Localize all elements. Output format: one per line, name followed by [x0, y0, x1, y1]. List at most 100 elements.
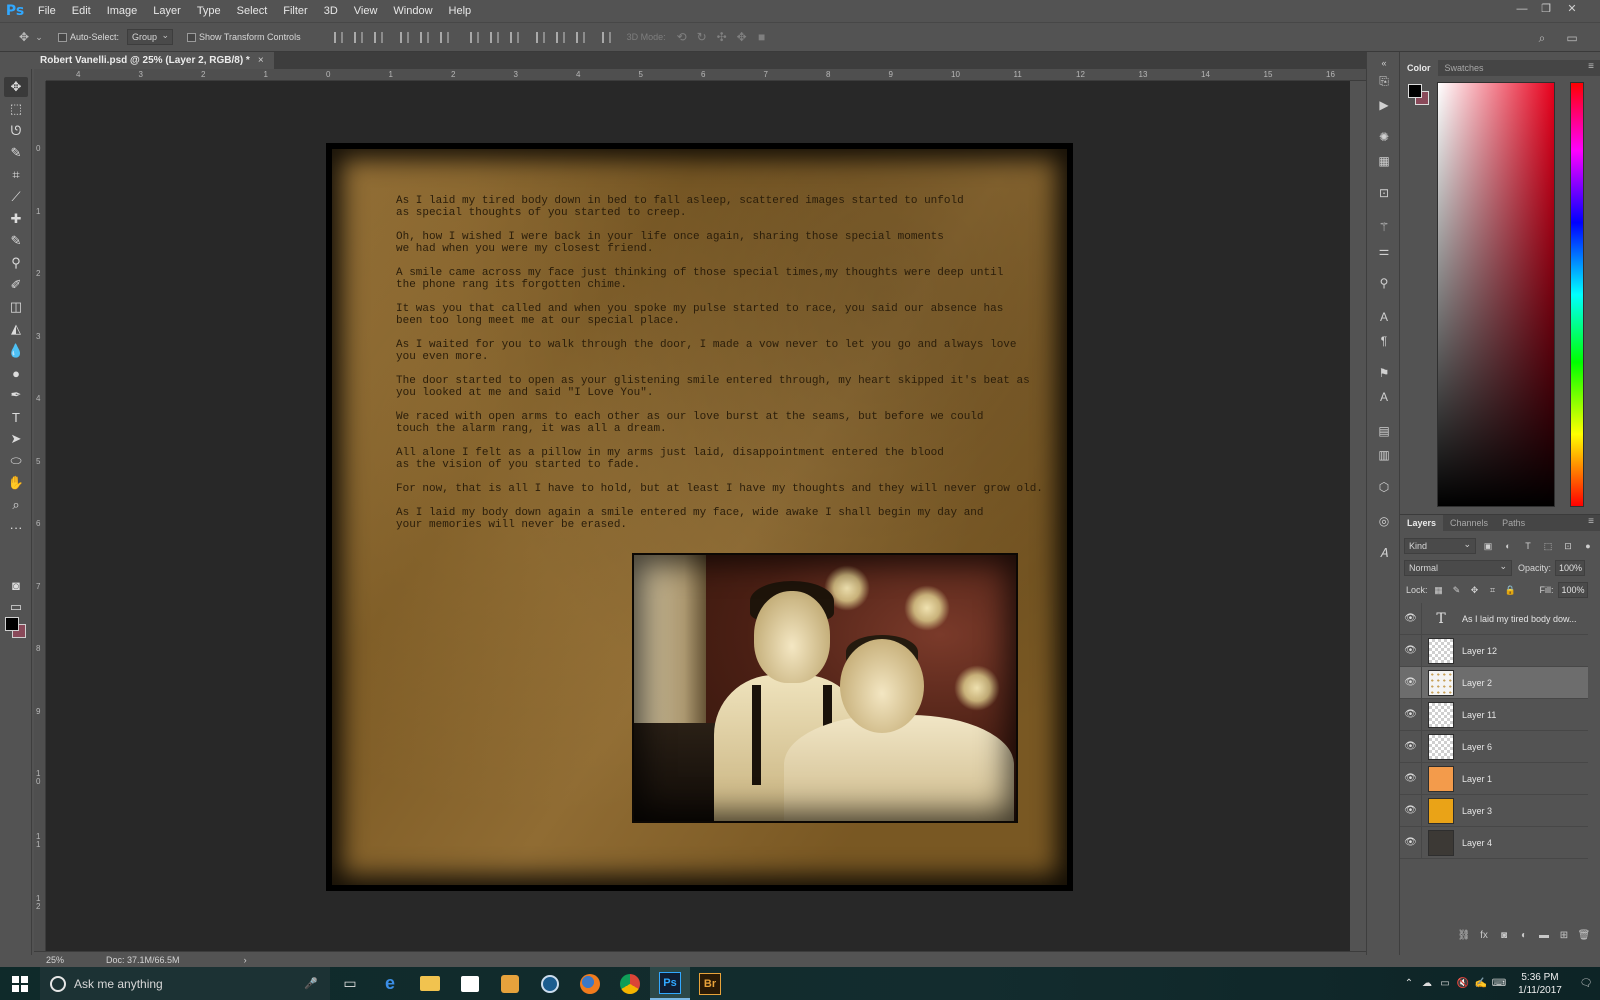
move-tool-icon[interactable]: ✥: [4, 77, 28, 97]
edge-button[interactable]: e: [370, 967, 410, 1000]
minimize-button[interactable]: —: [1510, 0, 1534, 18]
distribute-vcenter-icon[interactable]: [485, 27, 505, 47]
brush-presets-icon[interactable]: ⚌: [1374, 242, 1394, 260]
workspace-icon[interactable]: ▭: [1562, 28, 1582, 48]
align-hcenter-icon[interactable]: [415, 27, 435, 47]
pen-workspace-icon[interactable]: ✍: [1472, 978, 1490, 989]
distribute-bottom-icon[interactable]: [505, 27, 525, 47]
glyphs-panel-icon[interactable]: 𝐴: [1374, 544, 1394, 562]
distribute-top-icon[interactable]: [465, 27, 485, 47]
lock-position-icon[interactable]: ✥: [1468, 583, 1482, 597]
foreground-color-swatch[interactable]: [5, 617, 19, 631]
layer-row[interactable]: 👁 Layer 3: [1400, 794, 1588, 827]
auto-select-dropdown[interactable]: Group: [127, 28, 174, 45]
visibility-eye-icon[interactable]: 👁: [1400, 730, 1422, 763]
lock-all-icon[interactable]: 🔒: [1504, 583, 1518, 597]
tab-swatches[interactable]: Swatches: [1438, 60, 1491, 76]
color-picker-field[interactable]: [1437, 82, 1555, 507]
delete-layer-icon[interactable]: 🗑: [1574, 926, 1594, 944]
healing-brush-tool-icon[interactable]: ✚: [4, 209, 28, 229]
restore-button[interactable]: ❐: [1534, 0, 1558, 18]
visibility-eye-icon[interactable]: 👁: [1400, 826, 1422, 859]
align-top-icon[interactable]: [329, 27, 349, 47]
close-tab-icon[interactable]: ×: [258, 55, 264, 66]
pen-tool-icon[interactable]: ✒: [4, 385, 28, 405]
volume-icon[interactable]: 🔇: [1454, 978, 1472, 989]
show-transform-checkbox[interactable]: [187, 32, 197, 42]
auto-select-checkbox[interactable]: [58, 32, 67, 42]
scale-3d-icon[interactable]: ■: [752, 27, 772, 47]
actions-panel-icon[interactable]: ▶: [1374, 96, 1394, 114]
adjustment-layer-icon[interactable]: ◐: [1514, 926, 1534, 944]
slide-3d-icon[interactable]: ✥: [732, 27, 752, 47]
eraser-tool-icon[interactable]: ◫: [4, 297, 28, 317]
network-icon[interactable]: ▭: [1436, 978, 1454, 989]
lasso-tool-icon[interactable]: ᘎ: [4, 121, 28, 141]
smart-object-filter-icon[interactable]: ⊡: [1560, 538, 1576, 554]
menu-layer[interactable]: Layer: [145, 0, 189, 22]
show-hidden-icons-icon[interactable]: ⌃: [1400, 978, 1418, 989]
menu-select[interactable]: Select: [229, 0, 276, 22]
lock-artboard-icon[interactable]: ⌗: [1486, 583, 1500, 597]
link-layers-icon[interactable]: ⛓: [1454, 926, 1474, 944]
panel-menu-icon[interactable]: ≡: [1588, 516, 1594, 527]
document-tab[interactable]: Robert Vanelli.psd @ 25% (Layer 2, RGB/8…: [30, 52, 274, 69]
visibility-eye-icon[interactable]: 👁: [1400, 698, 1422, 731]
vertical-ruler[interactable]: 0 1 2 3 4 5 6 7 8 9 1 0 1 1 1 2: [34, 81, 46, 951]
align-left-icon[interactable]: [395, 27, 415, 47]
store-button[interactable]: [450, 967, 490, 1000]
paragraph-panel-icon[interactable]: ¶: [1374, 332, 1394, 350]
firefox-button[interactable]: [570, 967, 610, 1000]
layer-row[interactable]: 👁 Layer 6: [1400, 730, 1588, 763]
shape-tool-icon[interactable]: ⬭: [4, 451, 28, 471]
tab-layers[interactable]: Layers: [1400, 515, 1444, 531]
menu-3d[interactable]: 3D: [316, 0, 346, 22]
tool-preset-chevron-icon[interactable]: ⌄: [34, 27, 44, 47]
screen-mode-icon[interactable]: ▭: [4, 597, 28, 617]
layer-row[interactable]: 👁 Layer 12: [1400, 634, 1588, 667]
distribute-right-icon[interactable]: [571, 27, 591, 47]
distribute-hcenter-icon[interactable]: [551, 27, 571, 47]
paragraph-styles-icon[interactable]: A: [1374, 388, 1394, 406]
blend-mode-dropdown[interactable]: Normal: [1404, 559, 1512, 576]
tab-channels[interactable]: Channels: [1443, 515, 1495, 531]
menu-edit[interactable]: Edit: [64, 0, 99, 22]
onedrive-icon[interactable]: ☁: [1418, 978, 1436, 989]
align-bottom-icon[interactable]: [369, 27, 389, 47]
action-center-icon[interactable]: 🗨: [1572, 978, 1600, 989]
steam-button[interactable]: [530, 967, 570, 1000]
filter-toggle-icon[interactable]: ●: [1580, 538, 1596, 554]
info-panel-icon[interactable]: ⊡: [1374, 184, 1394, 202]
layer-row[interactable]: 👁 Layer 2: [1400, 666, 1588, 699]
horizontal-ruler[interactable]: 4 3 2 1 0 1 2 3 4 5 6 7 8 9 10 11 12 13 14 15 16: [46, 69, 1366, 81]
move-tool-icon[interactable]: ✥: [14, 27, 34, 47]
layer-row[interactable]: 👁 T As I laid my tired body dow...: [1400, 602, 1588, 635]
keyboard-icon[interactable]: ⌨: [1490, 978, 1508, 989]
chrome-button[interactable]: [610, 967, 650, 1000]
menu-filter[interactable]: Filter: [275, 0, 315, 22]
path-select-tool-icon[interactable]: ➤: [4, 429, 28, 449]
foreground-color-chip[interactable]: [1408, 84, 1422, 98]
add-mask-icon[interactable]: ◙: [1494, 926, 1514, 944]
new-layer-icon[interactable]: ⊞: [1554, 926, 1574, 944]
taskbar-clock[interactable]: 5:36 PM 1/11/2017: [1508, 971, 1572, 997]
layer-kind-filter[interactable]: Kind: [1404, 537, 1476, 554]
menu-file[interactable]: File: [30, 0, 64, 22]
layer-style-icon[interactable]: fx: [1474, 926, 1494, 944]
microphone-icon[interactable]: 🎤: [304, 977, 318, 990]
ruler-origin[interactable]: [34, 69, 46, 81]
type-tool-icon[interactable]: T: [4, 407, 28, 427]
orbit-3d-icon[interactable]: ⟲: [672, 27, 692, 47]
status-menu-arrow-icon[interactable]: ›: [244, 955, 247, 965]
pan-3d-icon[interactable]: ✣: [712, 27, 732, 47]
clone-stamp-tool-icon[interactable]: ⚲: [4, 253, 28, 273]
edit-toolbar-icon[interactable]: ···: [4, 517, 28, 537]
tab-color[interactable]: Color: [1400, 60, 1438, 76]
lock-image-icon[interactable]: ✎: [1450, 583, 1464, 597]
adjustment-filter-icon[interactable]: ◐: [1500, 538, 1516, 554]
pixel-filter-icon[interactable]: ▣: [1480, 538, 1496, 554]
layer-row[interactable]: 👁 Layer 4: [1400, 826, 1588, 859]
marquee-tool-icon[interactable]: ⬚: [4, 99, 28, 119]
media-player-button[interactable]: [490, 967, 530, 1000]
visibility-eye-icon[interactable]: 👁: [1400, 794, 1422, 827]
